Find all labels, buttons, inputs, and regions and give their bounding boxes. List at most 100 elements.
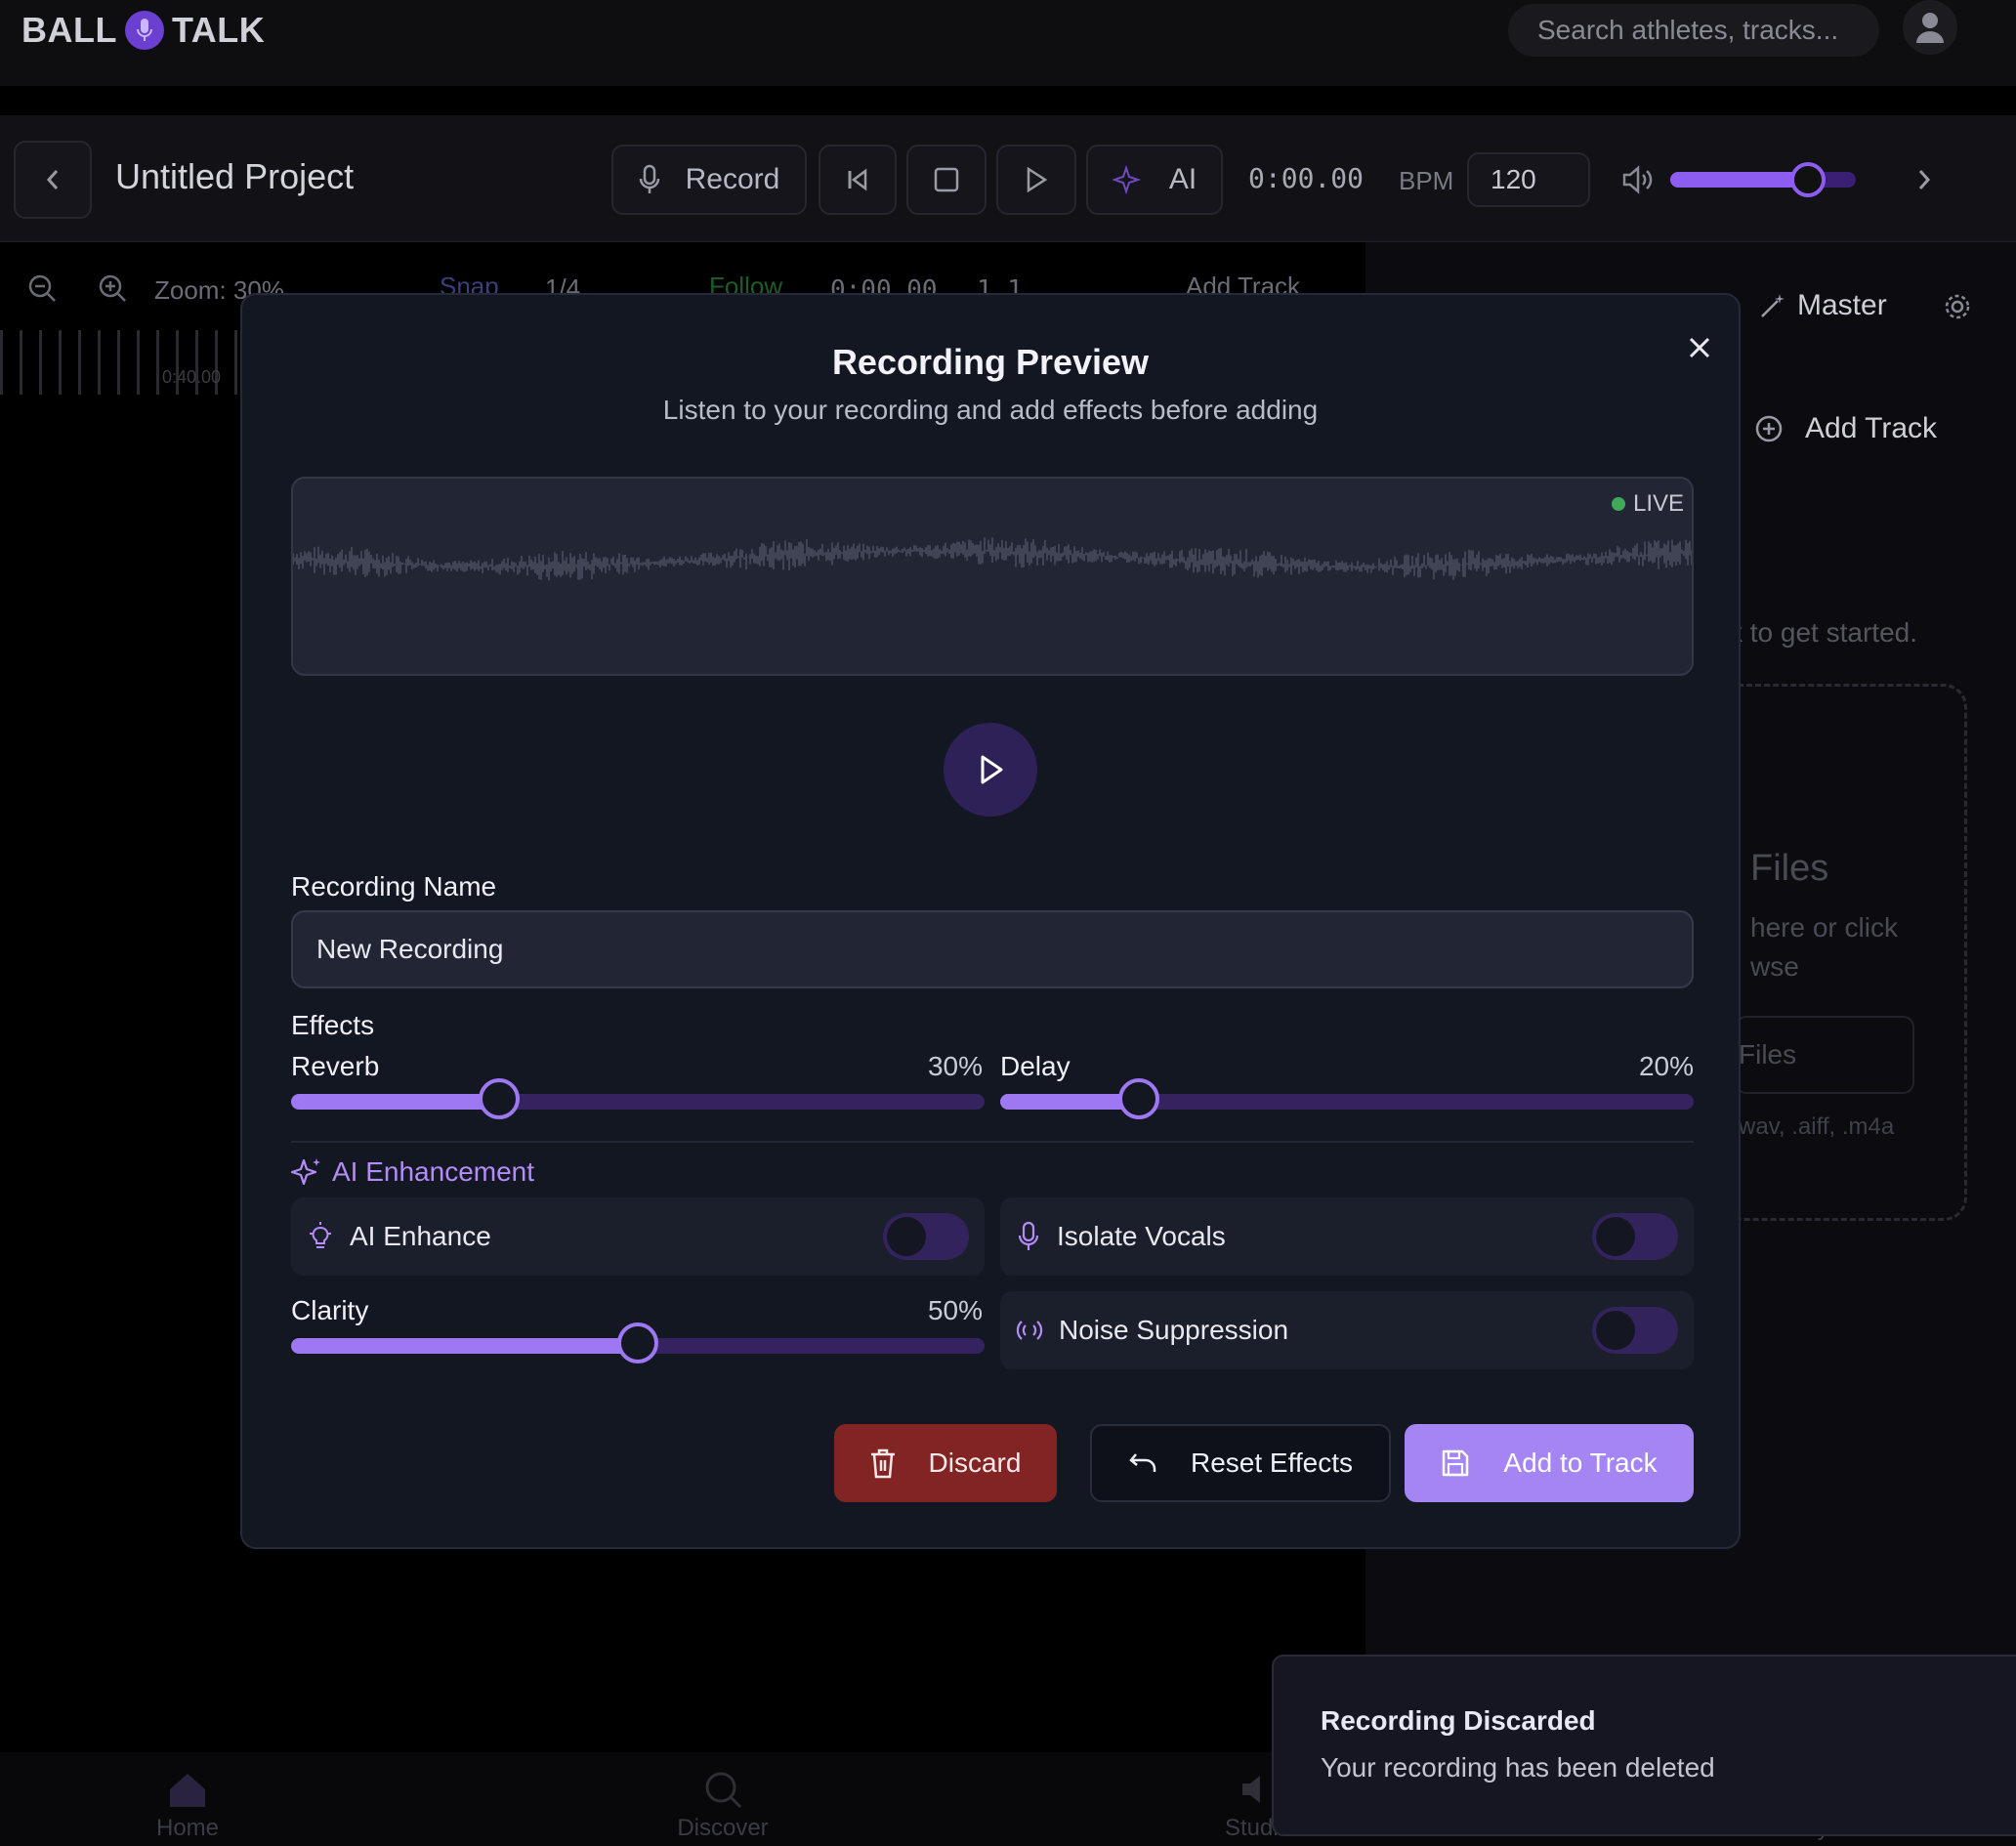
isolate-vocals-toggle[interactable] [1592,1213,1678,1260]
ai-button[interactable]: AI [1086,145,1223,215]
discard-button[interactable]: Discard [834,1424,1057,1502]
toggle-knob [1596,1311,1635,1350]
dropzone-title: Files [1750,848,1829,889]
add-to-track-button[interactable]: Add to Track [1405,1424,1694,1502]
toast-description: Your recording has been deleted [1321,1752,1715,1783]
toast-notification[interactable]: Recording Discarded Your recording has b… [1272,1655,2016,1836]
back-button[interactable] [14,141,92,219]
reverb-slider-thumb[interactable] [479,1078,520,1119]
add-track-panel-button[interactable]: Add Track [1754,412,1937,445]
close-icon [1689,337,1710,358]
lightbulb-icon [307,1222,334,1251]
waveform-display[interactable]: LIVE [291,477,1694,676]
volume-icon[interactable] [1621,164,1655,195]
reset-effects-button[interactable]: Reset Effects [1090,1424,1391,1502]
ruler-mark: 0:40.00 [162,367,222,387]
search-icon [705,1772,742,1809]
record-button[interactable]: Record [611,145,807,215]
ai-label: AI [1168,163,1197,195]
isolate-vocals-label: Isolate Vocals [1057,1221,1226,1251]
bpm-label: BPM [1399,166,1454,195]
dialog-title: Recording Preview [831,342,1150,382]
ai-enhance-card[interactable]: AI Enhance [291,1197,985,1276]
supported-formats: wav, .aiff, .m4a [1739,1113,1895,1140]
bpm-input[interactable]: 120 [1467,152,1590,207]
ai-enhancement-heading: AI Enhancement [291,1156,534,1188]
isolate-vocals-card[interactable]: Isolate Vocals [1000,1197,1694,1276]
live-label: LIVE [1632,490,1684,517]
discard-label: Discard [928,1447,1022,1478]
mic-icon [639,164,659,193]
stop-icon [934,167,959,192]
noise-suppression-toggle[interactable] [1592,1307,1678,1354]
close-button[interactable] [1678,326,1721,369]
noise-suppression-label: Noise Suppression [1059,1315,1289,1345]
clarity-label: Clarity [291,1295,369,1325]
wand-icon [1761,294,1785,317]
delay-value: 20% [1638,1051,1694,1081]
chevron-left-icon [46,170,59,189]
effects-label: Effects [291,1010,375,1040]
settings-icon[interactable] [1944,293,1971,320]
search-input[interactable]: Search athletes, tracks... [1508,4,1879,57]
zoom-in-icon[interactable] [98,273,127,303]
home-icon [170,1774,205,1807]
skip-back-button[interactable] [819,145,897,215]
browse-files-button[interactable]: Files [1735,1016,1914,1094]
logo-text-left: BALL [21,10,117,50]
delay-slider-thumb[interactable] [1118,1078,1159,1119]
user-avatar[interactable] [1903,0,1957,55]
dialog-subtitle: Listen to your recording and add effects… [662,395,1319,425]
save-icon [1443,1449,1469,1477]
trash-icon [870,1448,895,1479]
stop-button[interactable] [906,145,987,215]
ai-enhance-toggle[interactable] [883,1213,969,1260]
live-indicator-dot [1611,497,1625,511]
chevron-right-icon[interactable] [1916,168,1932,191]
time-display: 0:00.00 [1248,162,1365,194]
toggle-knob [887,1217,926,1256]
nav-discover[interactable]: Discover [654,1770,791,1842]
preview-play-button[interactable] [944,723,1037,817]
nav-home[interactable]: Home [119,1770,256,1842]
clarity-slider-fill [291,1338,638,1354]
section-divider [291,1141,1694,1143]
nav-home-label: Home [155,1815,220,1841]
dropzone-text-line1: here or click [1750,912,1898,943]
reverb-slider-fill [291,1094,499,1110]
play-icon [1027,166,1048,193]
zoom-out-icon[interactable] [27,273,57,303]
clarity-slider-thumb[interactable] [617,1322,658,1364]
empty-state-hint: k to get started. [1729,617,1917,648]
noise-waves-icon [1016,1318,1043,1343]
play-icon [981,755,1003,784]
waveform-path [293,537,1692,581]
reverb-label: Reverb [291,1051,380,1081]
volume-slider-fill [1670,172,1808,188]
play-button[interactable] [996,145,1076,215]
volume-slider-thumb[interactable] [1789,162,1826,197]
recording-name-input[interactable] [291,910,1694,988]
logo-text-right: TALK [171,10,266,50]
master-tab[interactable]: Master [1758,289,1887,322]
recording-preview-dialog: Recording Preview Listen to your recordi… [240,293,1741,1549]
live-badge: LIVE [1611,490,1684,518]
toggle-knob [1596,1217,1635,1256]
dropzone-text: here or click wse [1750,908,1898,986]
project-title[interactable]: Untitled Project [115,156,354,197]
reverb-slider[interactable] [291,1078,985,1119]
add-to-track-label: Add to Track [1503,1447,1658,1478]
app-logo[interactable]: BALL TALK [21,8,265,53]
delay-label: Delay [1000,1051,1071,1081]
sparkles-icon [291,1158,320,1186]
dropzone-text-line2: wse [1750,951,1799,982]
reset-effects-label: Reset Effects [1190,1447,1353,1478]
clarity-value: 50% [927,1295,983,1325]
record-label: Record [685,163,780,195]
waveform-graphic [293,537,1692,581]
delay-slider[interactable] [1000,1078,1694,1119]
add-track-panel-label: Add Track [1805,412,1938,444]
clarity-slider[interactable] [291,1322,985,1364]
skip-back-icon [848,168,867,191]
noise-suppression-card[interactable]: Noise Suppression [1000,1291,1694,1369]
